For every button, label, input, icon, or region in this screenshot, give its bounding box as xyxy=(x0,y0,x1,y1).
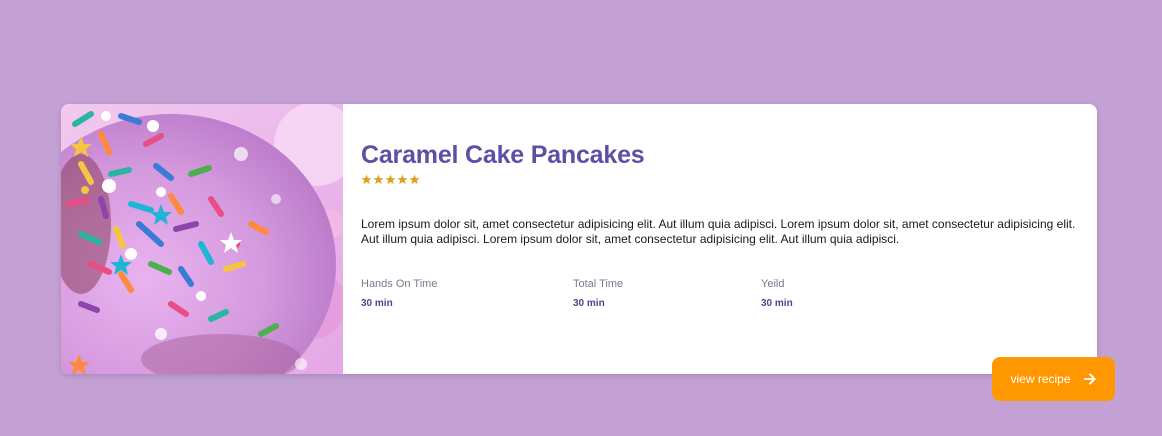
recipe-card: Caramel Cake Pancakes Lorem ipsum dolor … xyxy=(61,104,1097,374)
star-icon xyxy=(409,174,420,185)
star-icon xyxy=(385,174,396,185)
recipe-description: Lorem ipsum dolor sit, amet consectetur … xyxy=(361,217,1076,246)
recipe-details: Caramel Cake Pancakes Lorem ipsum dolor … xyxy=(361,104,1079,374)
stat-label: Total Time xyxy=(573,278,624,290)
stat-total-time: Total Time 30 min xyxy=(573,278,623,309)
stat-hands-on-time: Hands On Time 30 min xyxy=(361,278,437,309)
recipe-title: Caramel Cake Pancakes xyxy=(361,141,645,169)
stat-yield: Yeild 30 min xyxy=(761,278,793,309)
view-recipe-label: view recipe xyxy=(1010,372,1071,386)
stat-value: 30 min xyxy=(761,298,793,309)
stat-label: Hands On Time xyxy=(361,278,438,290)
rating-stars xyxy=(361,174,420,186)
arrow-right-icon xyxy=(1083,373,1096,385)
stat-value: 30 min xyxy=(361,298,393,309)
stat-value: 30 min xyxy=(573,298,605,309)
stat-label: Yeild xyxy=(761,278,785,290)
star-icon xyxy=(397,174,408,185)
recipe-image xyxy=(61,104,343,374)
view-recipe-button[interactable]: view recipe xyxy=(992,357,1115,401)
star-icon xyxy=(373,174,384,185)
star-icon xyxy=(361,174,372,185)
